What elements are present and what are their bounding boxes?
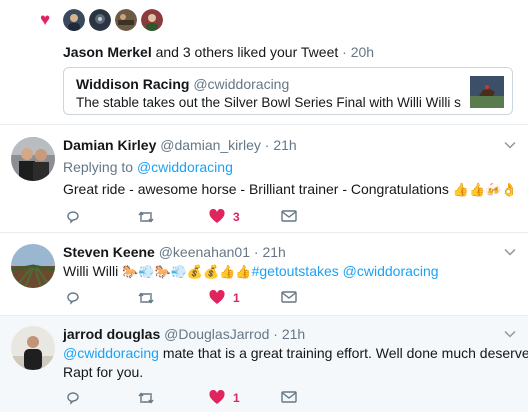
timestamp[interactable]: 21h	[273, 137, 296, 153]
envelope-icon	[281, 210, 297, 222]
avatar[interactable]	[11, 137, 55, 181]
author-name[interactable]: Steven Keene	[63, 244, 155, 260]
avatar[interactable]	[63, 9, 85, 31]
quoted-text: The stable takes out the Silver Bowl Ser…	[76, 95, 461, 110]
timestamp[interactable]: 21h	[282, 326, 305, 342]
like-count: 1	[233, 390, 240, 405]
chevron-down-icon[interactable]	[504, 246, 516, 258]
like-count: 1	[233, 290, 240, 305]
replying-label: Replying to	[63, 159, 134, 175]
tweet-header: Damian Kirley @damian_kirley · 21h	[63, 137, 297, 153]
separator-dot: ·	[253, 244, 259, 260]
quoted-thumbnail	[470, 76, 504, 108]
avatar[interactable]	[11, 244, 55, 288]
mention-link[interactable]: @cwiddoracing	[137, 159, 233, 175]
tweet-text: Willi Willi 🐎💨🐎💨💰💰👍👍#getoutstakes @cwidd…	[63, 262, 439, 282]
quoted-name: Widdison Racing	[76, 76, 190, 92]
like-button[interactable]: 3	[209, 209, 240, 224]
replying-to: Replying to @cwiddoracing	[63, 159, 233, 175]
author-handle[interactable]: @damian_kirley	[160, 137, 261, 153]
direct-message-button[interactable]	[281, 290, 297, 304]
quoted-handle: @cwiddoracing	[193, 76, 290, 92]
chevron-down-icon[interactable]	[504, 139, 516, 151]
direct-message-button[interactable]	[281, 390, 297, 404]
heart-icon	[209, 209, 225, 223]
avatar[interactable]	[141, 9, 163, 31]
retweet-icon	[138, 211, 154, 223]
liker-avatars	[63, 9, 163, 31]
heart-icon	[209, 290, 225, 304]
tweet-actions: 1	[63, 290, 323, 306]
tweet-actions: 1	[63, 390, 323, 406]
emoji-group: 👍👍🍻👌	[452, 183, 518, 198]
hashtag-link[interactable]: #getoutstakes	[252, 263, 339, 279]
separator-dot: ·	[264, 137, 270, 153]
like-button[interactable]: 1	[209, 390, 240, 405]
quoted-tweet[interactable]: Widdison Racing @cwiddoracing The stable…	[63, 67, 513, 115]
retweet-button[interactable]	[137, 290, 155, 306]
author-handle[interactable]: @DouglasJarrod	[164, 326, 269, 342]
tweet-header: Steven Keene @keenahan01 · 21h	[63, 244, 286, 260]
separator-dot: ·	[273, 326, 278, 342]
author-name[interactable]: Damian Kirley	[63, 137, 156, 153]
avatar[interactable]	[89, 9, 111, 31]
reply-icon	[67, 211, 79, 224]
timestamp[interactable]: 21h	[262, 244, 285, 260]
author-handle[interactable]: @keenahan01	[159, 244, 250, 260]
tweet-text-line1: mate that is a great training effort. We…	[162, 345, 528, 361]
direct-message-button[interactable]	[281, 209, 297, 223]
separator-dot: ·	[342, 44, 347, 60]
quoted-header: Widdison Racing @cwiddoracing	[76, 76, 289, 92]
emoji-group: 🐎💨🐎💨💰💰👍👍	[122, 265, 252, 280]
avatar[interactable]	[11, 326, 55, 370]
tweet-text-line2: Rapt for you.	[63, 364, 144, 380]
reply-icon	[67, 392, 79, 405]
heart-icon: ♥	[40, 10, 51, 29]
author-name[interactable]: jarrod douglas	[63, 326, 160, 342]
reply-button[interactable]	[65, 209, 81, 225]
liker-name[interactable]: Jason Merkel	[63, 44, 152, 60]
tweet-header: jarrod douglas @DouglasJarrod · 21h	[63, 326, 305, 342]
timestamp[interactable]: 20h	[351, 44, 374, 60]
mention-link[interactable]: @cwiddoracing	[63, 345, 159, 361]
reply-button[interactable]	[65, 390, 81, 406]
envelope-icon	[281, 391, 297, 403]
avatar[interactable]	[115, 9, 137, 31]
tweet-text: @cwiddoracing mate that is a great train…	[63, 344, 528, 382]
retweet-icon	[138, 292, 154, 304]
reply-button[interactable]	[65, 290, 81, 306]
tweet-text: Great ride - awesome horse - Brilliant t…	[63, 180, 518, 200]
tweet[interactable]: jarrod douglas @DouglasJarrod · 21h @cwi…	[0, 316, 528, 412]
tweet-text-content: Great ride - awesome horse - Brilliant t…	[63, 181, 449, 197]
like-count: 3	[233, 209, 240, 224]
liked-text: and 3 others liked your Tweet	[155, 44, 339, 60]
reply-icon	[67, 292, 79, 305]
liked-summary: Jason Merkel and 3 others liked your Twe…	[63, 44, 374, 60]
like-notification[interactable]: ♥ Jason Merkel and 3 others liked your T…	[0, 0, 528, 125]
retweet-button[interactable]	[137, 390, 155, 406]
tweet-text-content: Willi Willi	[63, 263, 119, 279]
tweet-actions: 3	[63, 209, 323, 225]
retweet-icon	[138, 392, 154, 404]
like-button[interactable]: 1	[209, 290, 240, 305]
retweet-button[interactable]	[137, 209, 155, 225]
chevron-down-icon[interactable]	[504, 328, 516, 340]
heart-icon	[209, 390, 225, 404]
tweet[interactable]: Damian Kirley @damian_kirley · 21h Reply…	[0, 125, 528, 233]
tweet[interactable]: Steven Keene @keenahan01 · 21h Willi Wil…	[0, 233, 528, 316]
mention-link[interactable]: @cwiddoracing	[343, 263, 439, 279]
envelope-icon	[281, 291, 297, 303]
